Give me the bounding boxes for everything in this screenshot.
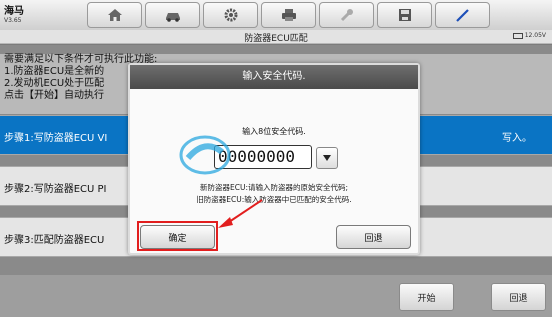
save-icon [398,9,411,21]
battery-icon [512,32,523,39]
bottom-bar: 开始 回退 [0,275,552,317]
print-button[interactable] [261,2,316,28]
battery-status: 12.05V [512,32,546,39]
step-2-label: 步骤2:写防盗器ECU PI [4,184,107,195]
home-button[interactable] [87,2,142,28]
edit-button[interactable] [435,2,490,28]
brand: 海马 V3.65 [4,2,24,24]
dialog-title: 输入安全代码. [130,65,418,89]
dialog-prompt: 输入8位安全代码. [242,127,306,136]
printer-icon [281,9,296,21]
gear-icon [224,8,237,22]
app-version: V3.65 [4,17,22,24]
top-toolbar: 海马 V3.65 [0,0,552,30]
arrow-annotation-icon [218,199,263,228]
save-button[interactable] [377,2,432,28]
note-old-ecu: 旧防盗器ECU:输入防盗器中已匹配的安全代码. [196,195,352,204]
dialog-back-button[interactable]: 回退 [336,225,411,249]
note-new-ecu: 新防盗器ECU:请输入防盗器的原始安全代码; [199,183,349,192]
brand-logo-watermark [179,135,231,175]
start-button[interactable]: 开始 [399,283,454,311]
pen-icon [455,9,469,22]
battery-voltage: 12.05V [524,32,546,39]
step-3-label: 步骤3:匹配防盗器ECU [4,235,105,246]
app-name: 海马 [4,6,24,17]
step-1-tail: 写入。 [502,133,532,144]
settings-button[interactable] [203,2,258,28]
title-bar: 防盗器ECU匹配 12.05V [0,30,552,44]
ok-button-highlight [137,221,218,251]
car-icon [165,13,180,22]
tools-button[interactable] [319,2,374,28]
chevron-down-icon [323,155,331,161]
home-icon [107,9,122,21]
page-title: 防盗器ECU匹配 [244,34,308,44]
vehicle-button[interactable] [145,2,200,28]
code-dropdown-button[interactable] [316,147,338,169]
back-button[interactable]: 回退 [491,283,546,311]
toolbar-buttons [87,2,493,28]
step-1-label: 步骤1:写防盗器ECU VI [4,133,108,144]
wrench-icon [340,9,353,22]
